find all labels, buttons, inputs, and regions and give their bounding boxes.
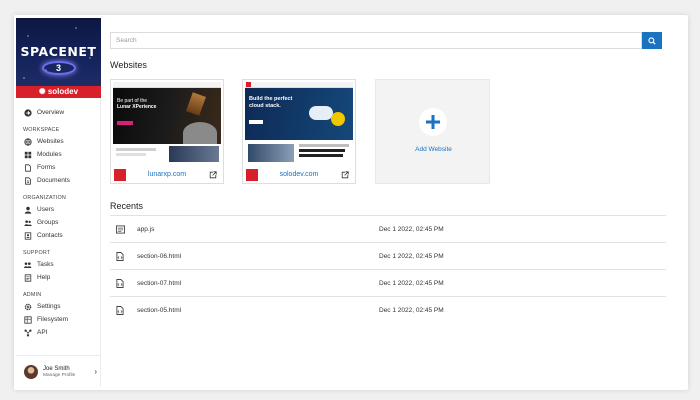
- website-card-solodev[interactable]: Build the perfect cloud stack. solodev.c…: [242, 79, 356, 184]
- hero-line-1: Build the perfect: [249, 96, 293, 102]
- list-item[interactable]: section-05.html Dec 1 2022, 02:45 PM: [110, 296, 666, 323]
- list-item[interactable]: app.js Dec 1 2022, 02:45 PM: [110, 215, 666, 242]
- grid-icon: [24, 151, 32, 159]
- plus-icon: [426, 115, 440, 129]
- filesystem-icon: [24, 315, 32, 324]
- brand-banner[interactable]: SPACENET 3 ✺ solodev: [16, 18, 101, 98]
- api-icon: [24, 328, 32, 337]
- sidebar-item-label: Settings: [37, 303, 61, 310]
- add-website-card[interactable]: Add Website: [375, 79, 490, 184]
- section-title-workspace: WORKSPACE: [23, 127, 60, 133]
- sidebar-item-label: Contacts: [37, 232, 63, 239]
- profile-text: Joe Smith Manage Profile: [43, 366, 75, 378]
- user-icon: [24, 206, 32, 214]
- sidebar-item-groups[interactable]: Groups: [16, 216, 101, 229]
- brand-emblem-number: 3: [55, 63, 61, 73]
- profile-name: Joe Smith: [43, 365, 70, 372]
- file-date: Dec 1 2022, 02:45 PM: [379, 225, 444, 233]
- sidebar-item-label: Users: [37, 206, 54, 213]
- file-date: Dec 1 2022, 02:45 PM: [379, 252, 444, 260]
- profile-menu[interactable]: Joe Smith Manage Profile ›: [16, 355, 101, 387]
- code-file-icon: [116, 224, 125, 234]
- profile-subtitle: Manage Profile: [43, 372, 76, 378]
- sidebar-item-filesystem[interactable]: Filesystem: [16, 313, 101, 326]
- html-file-icon: [116, 305, 125, 315]
- sidebar-item-api[interactable]: API: [16, 326, 101, 339]
- sidebar-item-label: Groups: [37, 219, 59, 226]
- sidebar-item-tasks[interactable]: Tasks: [16, 258, 101, 271]
- document-icon: [24, 176, 32, 185]
- recents-list: app.js Dec 1 2022, 02:45 PM section-06.h…: [110, 215, 666, 323]
- hero-line-2: Lunar XPerience: [117, 104, 157, 110]
- search-button[interactable]: [642, 32, 662, 49]
- sidebar-item-label: Forms: [37, 164, 56, 171]
- external-link-icon[interactable]: [340, 170, 350, 179]
- sidebar-item-label: Filesystem: [37, 316, 69, 323]
- sidebar-item-help[interactable]: Help: [16, 271, 101, 284]
- sidebar-item-settings[interactable]: Settings: [16, 300, 101, 313]
- avatar: [24, 364, 38, 379]
- add-circle: [419, 108, 447, 136]
- website-url-link[interactable]: solodev.com: [258, 171, 340, 178]
- help-icon: [24, 273, 32, 282]
- file-name: section-07.html: [137, 279, 182, 287]
- sidebar-item-forms[interactable]: Forms: [16, 161, 101, 174]
- users-icon: [24, 219, 32, 227]
- app-window: SPACENET 3 ✺ solodev Overview WORKSPACE …: [14, 15, 688, 390]
- file-date: Dec 1 2022, 02:45 PM: [379, 306, 444, 314]
- sidebar-item-contacts[interactable]: Contacts: [16, 229, 101, 242]
- add-website-label: Add Website: [415, 146, 452, 153]
- file-name: section-06.html: [137, 252, 182, 260]
- tasks-icon: [24, 261, 32, 269]
- websites-heading: Websites: [110, 60, 147, 70]
- sidebar-item-label: API: [37, 329, 48, 336]
- website-card-footer: lunarxp.com: [111, 166, 223, 183]
- gear-icon: [24, 303, 32, 311]
- external-link-icon[interactable]: [208, 170, 218, 179]
- html-file-icon: [116, 251, 125, 261]
- list-item[interactable]: section-07.html Dec 1 2022, 02:45 PM: [110, 269, 666, 296]
- sidebar-item-overview[interactable]: Overview: [16, 106, 101, 119]
- html-file-icon: [116, 278, 125, 288]
- sidebar-item-label: Websites: [37, 138, 64, 145]
- search-icon: [648, 36, 656, 45]
- website-card-footer: solodev.com: [243, 166, 355, 183]
- section-title-admin: ADMIN: [23, 292, 42, 298]
- chevron-right-icon: ›: [94, 367, 97, 376]
- sidebar-item-label: Documents: [37, 177, 70, 184]
- company-logo: ✺ solodev: [16, 86, 101, 98]
- sidebar-nav: Overview WORKSPACE Websites Modules Form…: [16, 104, 101, 339]
- section-title-organization: ORGANIZATION: [23, 195, 67, 201]
- file-name: app.js: [137, 225, 155, 233]
- sidebar-item-label: Overview: [37, 109, 65, 116]
- sidebar: SPACENET 3 ✺ solodev Overview WORKSPACE …: [16, 18, 101, 387]
- sidebar-item-label: Modules: [37, 151, 62, 158]
- website-thumbnail: Build the perfect cloud stack.: [245, 82, 353, 164]
- brand-title: SPACENET: [20, 44, 97, 59]
- search-input[interactable]: Search: [110, 32, 642, 49]
- sidebar-item-websites[interactable]: Websites: [16, 135, 101, 148]
- sidebar-item-modules[interactable]: Modules: [16, 148, 101, 161]
- company-name: solodev: [47, 87, 79, 96]
- sidebar-item-label: Tasks: [37, 261, 54, 268]
- site-logo-icon: [246, 168, 258, 181]
- website-url-link[interactable]: lunarxp.com: [126, 171, 208, 178]
- section-title-support: SUPPORT: [23, 250, 51, 256]
- list-item[interactable]: section-06.html Dec 1 2022, 02:45 PM: [110, 242, 666, 269]
- file-icon: [24, 163, 32, 172]
- file-name: section-05.html: [137, 306, 182, 314]
- overview-icon: [24, 108, 32, 117]
- contact-icon: [24, 231, 32, 240]
- hero-line-2: cloud stack.: [249, 103, 281, 109]
- sidebar-item-documents[interactable]: Documents: [16, 174, 101, 187]
- sidebar-item-users[interactable]: Users: [16, 203, 101, 216]
- file-date: Dec 1 2022, 02:45 PM: [379, 279, 444, 287]
- globe-icon: [24, 137, 32, 146]
- website-thumbnail: Be part of the Lunar XPerience: [113, 82, 221, 164]
- recents-heading: Recents: [110, 201, 144, 211]
- sidebar-item-label: Help: [37, 274, 51, 281]
- website-card-lunarxp[interactable]: Be part of the Lunar XPerience lunarxp.c…: [110, 79, 224, 184]
- site-logo-icon: [114, 168, 126, 181]
